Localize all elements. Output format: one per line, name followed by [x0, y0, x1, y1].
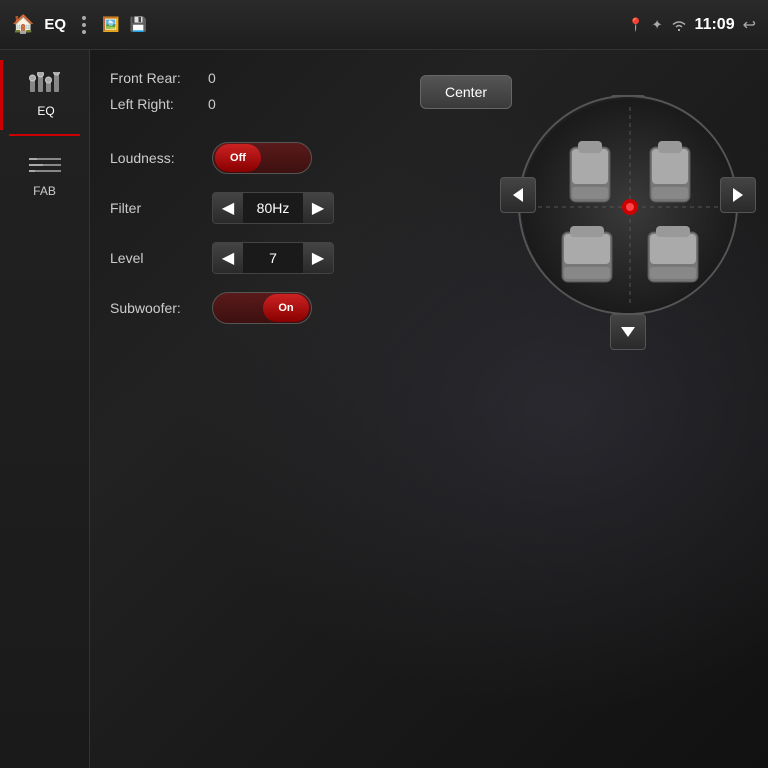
content-area: Front Rear: 0 Left Right: 0 Center — [90, 50, 768, 768]
nav-right-button[interactable] — [720, 177, 756, 213]
home-icon[interactable]: 🏠 — [12, 14, 34, 35]
front-rear-value: 0 — [208, 70, 216, 86]
content-inner: Front Rear: 0 Left Right: 0 Center — [90, 50, 768, 344]
filter-stepper: ◀ 80Hz ▶ — [212, 192, 334, 224]
loudness-toggle-thumb: Off — [215, 144, 261, 172]
level-increase-button[interactable]: ▶ — [303, 243, 333, 273]
eq-sidebar-label: EQ — [37, 104, 54, 118]
sidebar-item-fab[interactable]: FAB — [0, 140, 89, 210]
filter-label: Filter — [110, 200, 200, 216]
bluetooth-icon: ✦ — [652, 17, 663, 33]
car-diagram-wrap — [518, 65, 738, 345]
sidebar-item-eq[interactable]: EQ — [0, 60, 89, 130]
nav-down-button[interactable] — [610, 314, 646, 350]
subwoofer-label: Subwoofer: — [110, 300, 200, 316]
eq-bars-icon — [28, 72, 64, 100]
left-right-value: 0 — [208, 96, 216, 112]
fab-sidebar-label: FAB — [33, 184, 56, 198]
left-right-label: Left Right: — [110, 96, 200, 112]
sdcard-icon[interactable]: 💾 — [130, 16, 147, 33]
nav-left-button[interactable] — [500, 177, 536, 213]
center-button[interactable]: Center — [420, 75, 512, 109]
location-icon: 📍 — [627, 17, 643, 33]
level-stepper: ◀ 7 ▶ — [212, 242, 334, 274]
status-bar: 🏠 EQ 🖼️ 💾 📍 ✦ 11:09 ↩ — [0, 0, 768, 50]
wifi-icon — [671, 19, 687, 31]
time-display: 11:09 — [695, 16, 735, 34]
eq-label: EQ — [44, 16, 66, 33]
car-diagram — [518, 95, 738, 315]
loudness-label: Loudness: — [110, 150, 200, 166]
back-icon[interactable]: ↩ — [743, 15, 756, 35]
filter-increase-button[interactable]: ▶ — [303, 193, 333, 223]
main-layout: EQ FAB Front Rear: 0 — [0, 50, 768, 768]
image-icon[interactable]: 🖼️ — [102, 16, 119, 33]
subwoofer-toggle[interactable]: On — [212, 292, 312, 324]
level-label: Level — [110, 250, 200, 266]
loudness-toggle[interactable]: Off — [212, 142, 312, 174]
subwoofer-toggle-thumb: On — [263, 294, 309, 322]
filter-decrease-button[interactable]: ◀ — [213, 193, 243, 223]
level-value: 7 — [243, 243, 303, 273]
dots-menu[interactable] — [76, 16, 92, 34]
level-decrease-button[interactable]: ◀ — [213, 243, 243, 273]
sidebar: EQ FAB — [0, 50, 90, 768]
filter-value: 80Hz — [243, 193, 303, 223]
status-bar-right: 📍 ✦ 11:09 ↩ — [627, 15, 756, 35]
car-seats-svg — [520, 97, 738, 315]
fab-icon — [27, 152, 63, 180]
status-bar-left: 🏠 EQ 🖼️ 💾 — [12, 14, 627, 35]
front-rear-label: Front Rear: — [110, 70, 200, 86]
